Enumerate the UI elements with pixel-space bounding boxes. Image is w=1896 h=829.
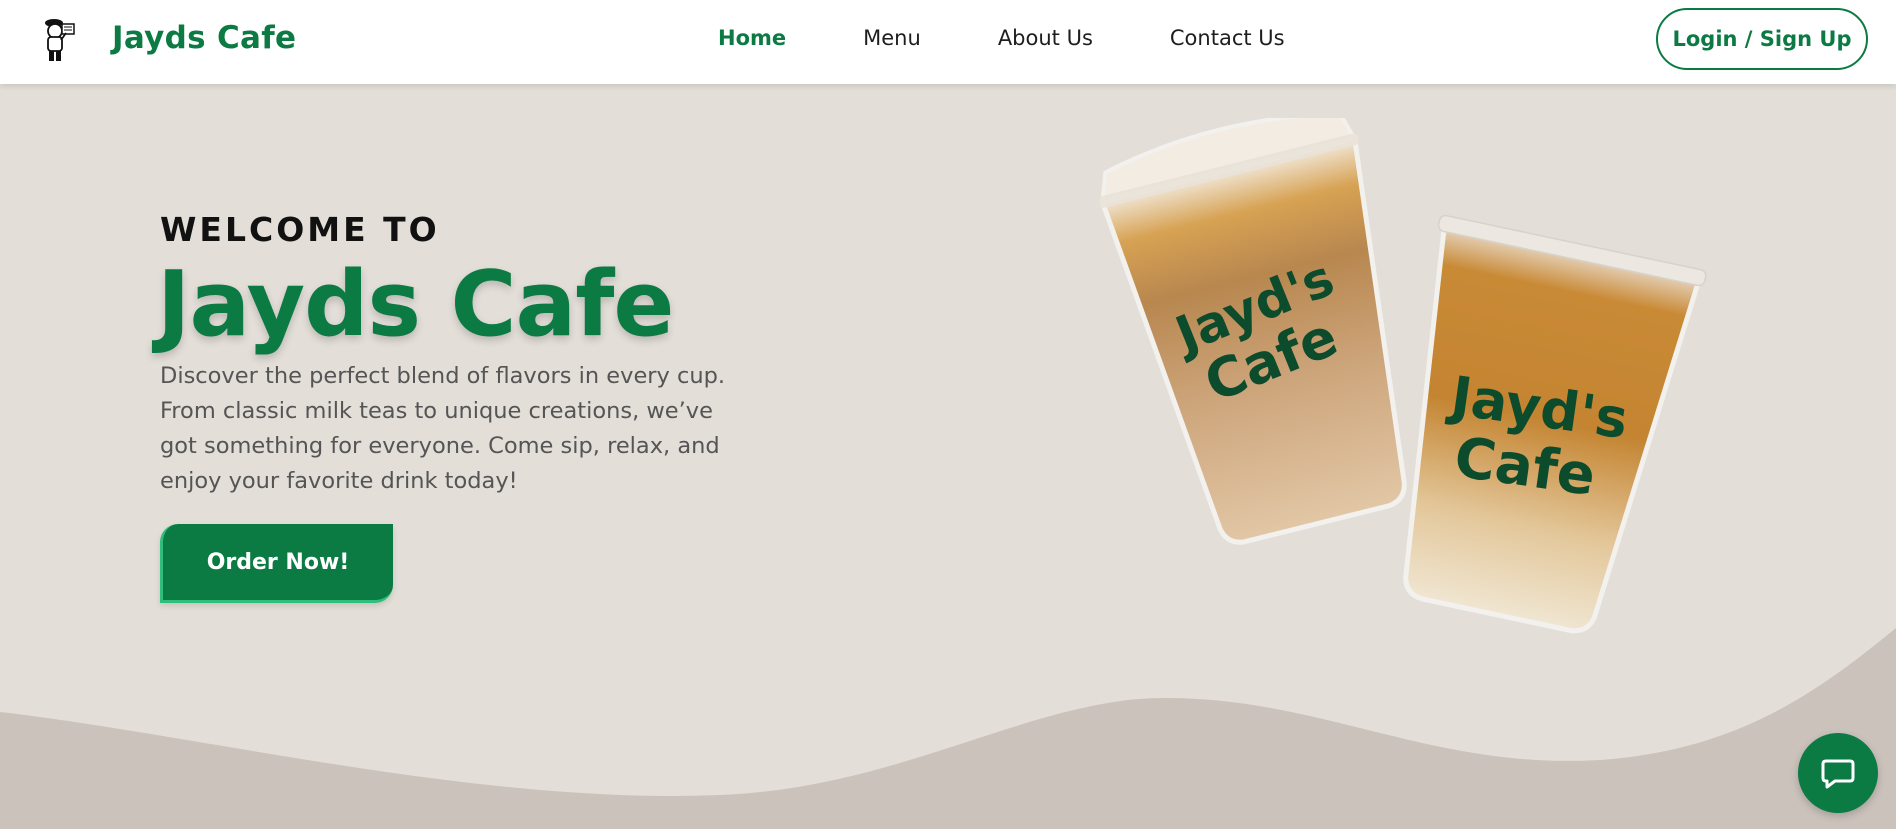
top-navbar: Jayds Cafe Home Menu About Us Contact Us… bbox=[0, 0, 1896, 84]
nav-contact-us-link[interactable]: Contact Us bbox=[1170, 26, 1285, 50]
order-now-button[interactable]: Order Now! bbox=[160, 524, 393, 603]
hero-description: Discover the perfect blend of flavors in… bbox=[160, 363, 726, 494]
hero-title: Jayds Cafe bbox=[157, 252, 674, 357]
brand-name[interactable]: Jayds Cafe bbox=[112, 20, 296, 56]
nav-about-us-link[interactable]: About Us bbox=[998, 26, 1093, 50]
hero-eyebrow: WELCOME TO bbox=[160, 210, 440, 249]
iced-coffee-cups-image: Jayd's Cafe Jayd's Cafe bbox=[1100, 118, 1707, 634]
nav-menu-link[interactable]: Menu bbox=[863, 26, 921, 50]
chat-button[interactable] bbox=[1798, 733, 1878, 813]
nav-home-link[interactable]: Home bbox=[718, 26, 786, 50]
main-nav: Home Menu About Us Contact Us bbox=[718, 26, 1362, 50]
chat-bubble-icon bbox=[1821, 759, 1855, 789]
mascot-logo-icon[interactable] bbox=[42, 16, 80, 66]
login-signup-button[interactable]: Login / Sign Up bbox=[1656, 8, 1868, 70]
